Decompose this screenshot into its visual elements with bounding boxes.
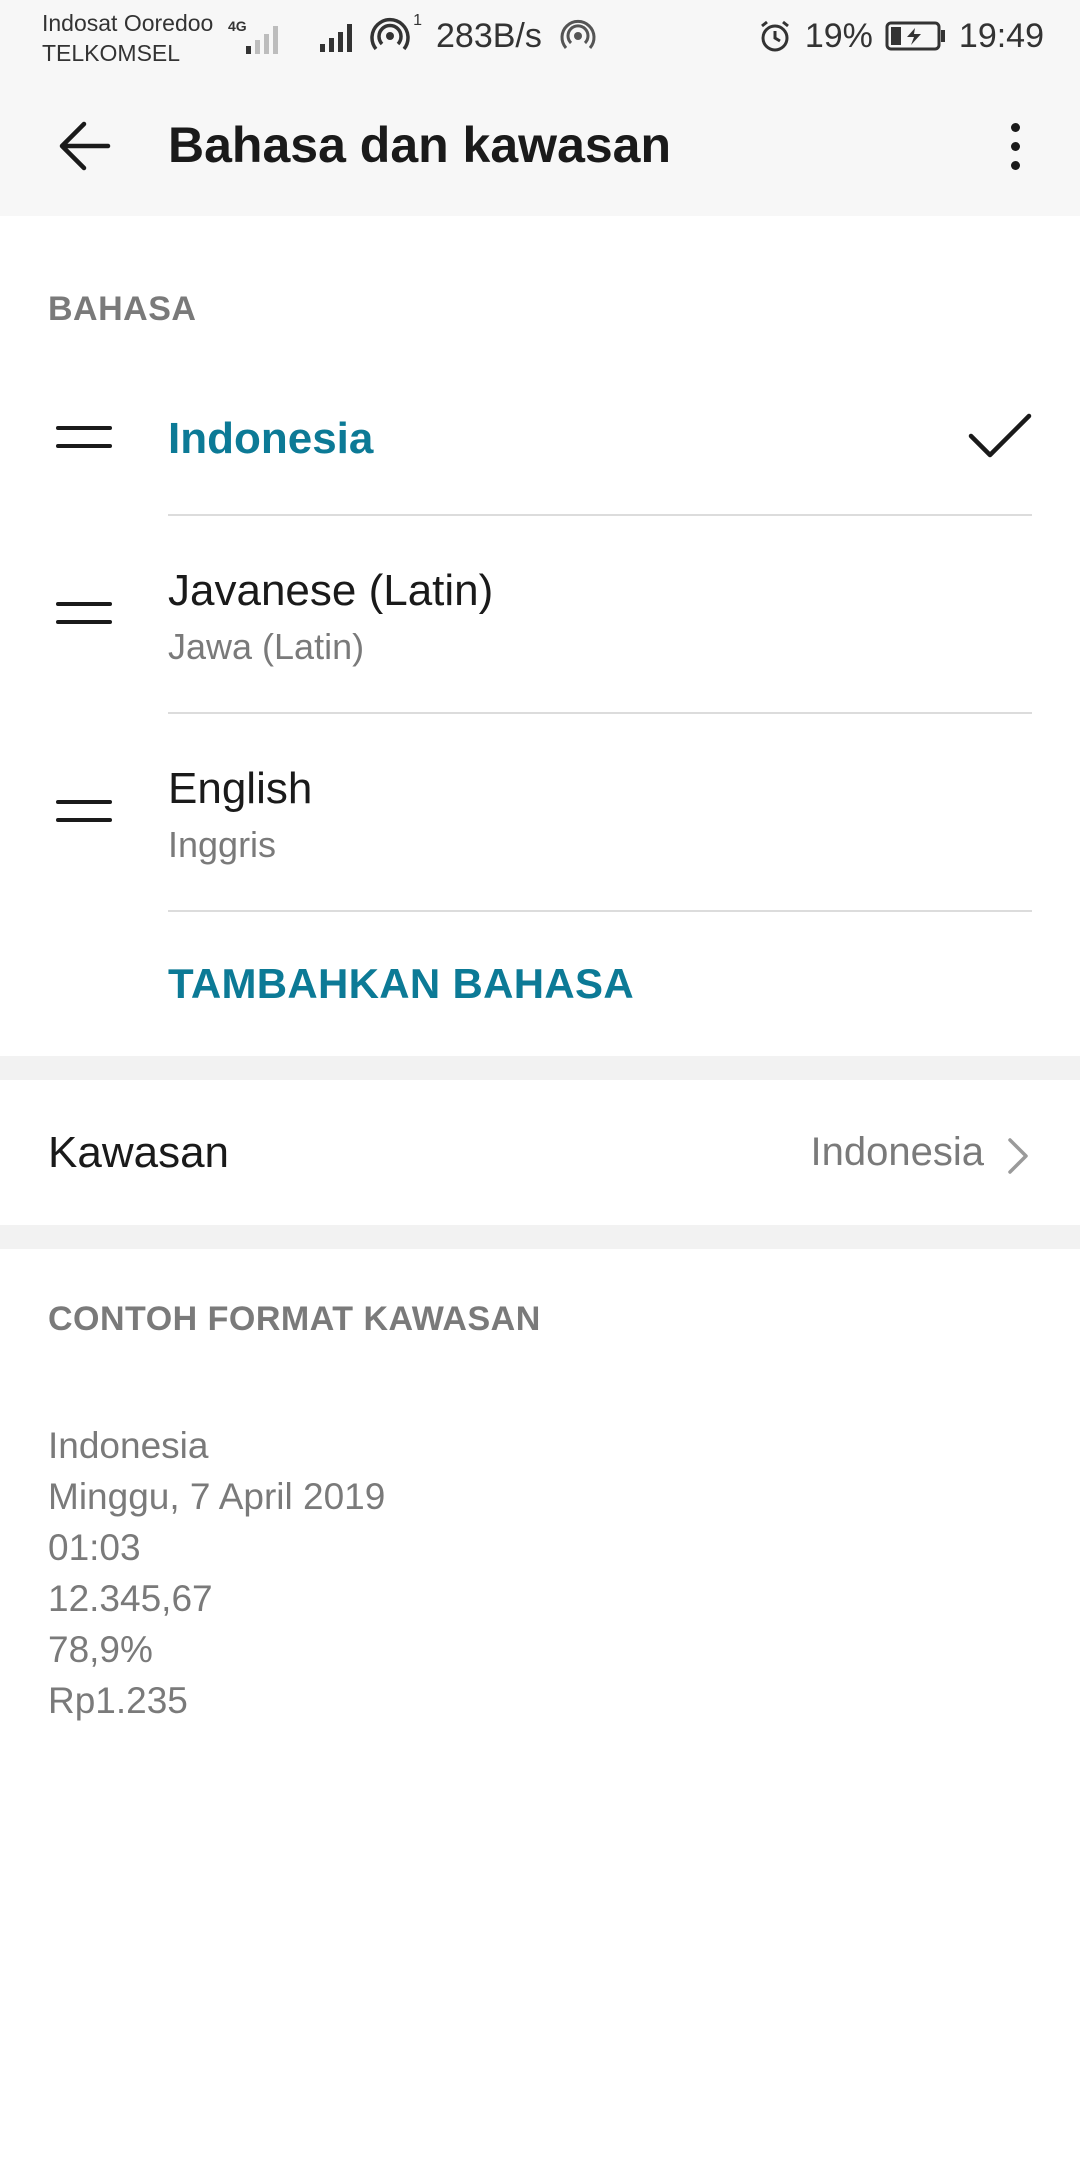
signal-4g-icon: 4G [228,18,280,54]
example-percent: 78,9% [48,1629,153,1670]
hotspot-icon: 1 [370,12,422,56]
carrier-2: TELKOMSEL [42,40,181,66]
example-date: Minggu, 7 April 2019 [48,1476,386,1517]
add-language-button[interactable]: TAMBAHKAN BAHASA [168,960,634,1008]
section-separator [0,1056,1080,1080]
app-bar: Bahasa dan kawasan [0,76,1080,216]
region-value: Indonesia [810,1130,984,1174]
language-name: English [168,764,313,813]
example-region: Indonesia [48,1425,209,1466]
alarm-icon [757,18,793,54]
language-name: Indonesia [168,414,374,463]
signal-icon [320,20,352,52]
battery-charging-icon [885,21,947,51]
status-bar: Indosat Ooredoo TELKOMSEL 4G 1 283B/s 19… [0,0,1080,76]
language-subtitle: Inggris [168,824,277,865]
region-row[interactable]: Kawasan Indonesia [0,1080,1080,1225]
carrier-1: Indosat Ooredoo [42,10,214,36]
battery-percent: 19% [804,16,873,55]
format-example-list: Indonesia Minggu, 7 April 2019 01:03 12.… [48,1420,385,1726]
divider [168,910,1032,912]
section-separator [0,1225,1080,1249]
drag-handle-icon[interactable] [56,800,112,824]
language-subtitle: Jawa (Latin) [168,626,365,667]
language-item-english[interactable]: English Inggris [0,714,1080,912]
example-currency: Rp1.235 [48,1680,188,1721]
status-icons-right: 19% 19:49 [757,14,1044,58]
language-item-indonesia[interactable]: Indonesia [0,340,1080,516]
carrier-names: Indosat Ooredoo TELKOMSEL [42,8,213,68]
drag-handle-icon[interactable] [56,426,112,450]
more-vertical-icon [1010,122,1020,132]
language-item-javanese[interactable]: Javanese (Latin) Jawa (Latin) [0,516,1080,714]
chevron-right-icon [1008,1138,1028,1174]
nfc-icon [560,18,596,54]
drag-handle-icon[interactable] [56,602,112,626]
back-button[interactable] [48,110,120,182]
net-speed: 283B/s [436,16,542,55]
section-header-format-example: CONTOH FORMAT KAWASAN [48,1300,541,1338]
region-label: Kawasan [48,1128,230,1177]
example-number: 12.345,67 [48,1578,213,1619]
example-time: 01:03 [48,1527,141,1568]
section-header-language: BAHASA [48,290,197,328]
more-options-button[interactable] [990,110,1040,182]
checkmark-icon [968,413,1032,458]
clock: 19:49 [958,16,1044,55]
language-name: Javanese (Latin) [168,566,494,615]
arrow-left-icon [59,121,111,171]
page-title: Bahasa dan kawasan [168,117,672,173]
status-icons-left: 4G 1 283B/s [228,12,596,58]
